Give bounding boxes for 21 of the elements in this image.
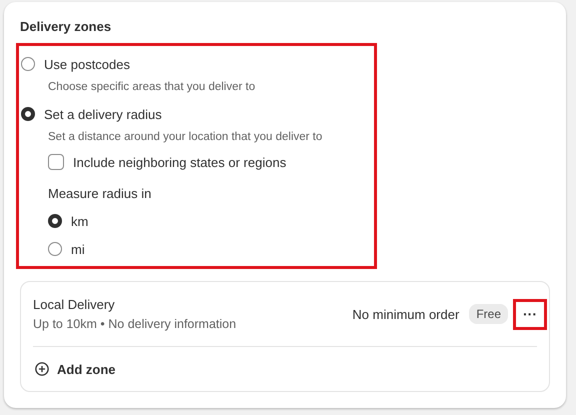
option-description: Choose specific areas that you deliver to xyxy=(48,80,256,95)
plus-circle-icon xyxy=(35,362,49,376)
section-title: Delivery zones xyxy=(20,19,112,34)
more-button[interactable]: ··· xyxy=(513,298,547,330)
measure-label: Measure radius in xyxy=(48,186,152,201)
minimum-order: No minimum order xyxy=(352,306,460,322)
checkbox-label: Include neighboring states or regions xyxy=(73,154,286,170)
add-zone-button[interactable]: Add zone xyxy=(33,347,118,391)
unit-label: mi xyxy=(71,242,85,256)
radio-button[interactable] xyxy=(21,57,35,71)
radio-button[interactable] xyxy=(21,107,35,121)
checkbox[interactable] xyxy=(48,154,64,170)
zone-name: Local Delivery xyxy=(33,297,116,312)
radio-button[interactable] xyxy=(48,214,62,228)
price-badge: Free xyxy=(469,304,508,324)
option-label: Set a delivery radius xyxy=(44,106,162,122)
zone-details: Up to 10km • No delivery information xyxy=(33,317,238,331)
option-description: Set a distance around your location that you deliver to xyxy=(48,130,324,145)
option-label: Use postcodes xyxy=(44,56,130,72)
radio-button[interactable] xyxy=(48,242,62,256)
unit-label: km xyxy=(71,214,88,228)
